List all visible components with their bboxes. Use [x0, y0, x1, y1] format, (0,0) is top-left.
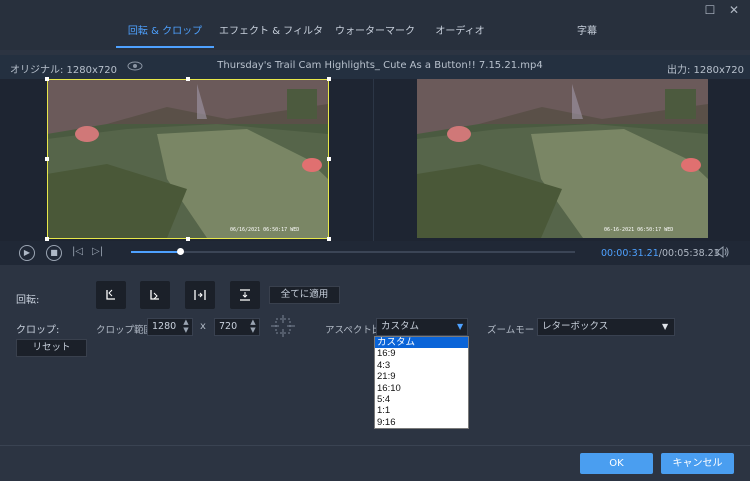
flip-horizontal-button[interactable]: [185, 281, 215, 309]
crop-rectangle[interactable]: [47, 79, 329, 239]
output-video-frame: 06-16-2021 06:50:17 WED: [417, 79, 708, 238]
aspect-option[interactable]: 4:3: [375, 360, 468, 371]
zoom-mode-select[interactable]: レターボックス ▼: [537, 318, 675, 336]
aspect-option[interactable]: カスタム: [375, 337, 468, 349]
tab-subtitle[interactable]: 字幕: [560, 18, 614, 48]
crop-handle-right[interactable]: [327, 157, 331, 161]
next-frame-icon[interactable]: ▷|: [92, 246, 103, 257]
original-resolution: オリジナル: 1280x720: [10, 65, 118, 76]
tab-effects-filters[interactable]: エフェクト & フィルター: [218, 18, 324, 65]
crop-width-value: 1280: [152, 321, 177, 332]
aspect-option[interactable]: 16:10: [375, 383, 468, 394]
crop-handle-top[interactable]: [186, 77, 190, 81]
close-icon[interactable]: ✕: [727, 3, 741, 17]
info-bar: オリジナル: 1280x720 Thursday's Trail Cam Hig…: [0, 55, 750, 79]
progress-track[interactable]: [131, 251, 575, 253]
total-time: /00:05:38.23: [658, 248, 720, 259]
current-time: 00:00:31.21: [601, 248, 659, 259]
tab-watermark[interactable]: ウォーターマーク: [330, 18, 420, 48]
rotate-left-button[interactable]: [96, 281, 126, 309]
rotation-label: 回転:: [16, 295, 40, 306]
file-name: Thursday's Trail Cam Highlights_ Cute As…: [217, 60, 543, 71]
center-crop-icon[interactable]: [271, 315, 295, 340]
stop-icon[interactable]: ■: [46, 245, 62, 261]
previous-frame-icon[interactable]: |◁: [72, 246, 83, 257]
chevron-down-icon: ▼: [457, 322, 464, 331]
reset-button[interactable]: リセット: [16, 339, 87, 357]
play-icon[interactable]: ▶: [19, 245, 35, 261]
volume-icon[interactable]: [715, 246, 729, 261]
chevron-down-icon: ▼: [662, 322, 669, 331]
rotate-right-button[interactable]: [140, 281, 170, 309]
crop-height-value: 720: [219, 321, 238, 332]
crop-handle-tr[interactable]: [327, 77, 331, 81]
crop-height-stepper[interactable]: ▲ ▼: [247, 318, 259, 336]
tab-rotate-crop[interactable]: 回転 & クロップ: [116, 18, 214, 48]
maximize-icon[interactable]: ☐: [703, 3, 717, 17]
progress-thumb[interactable]: [176, 248, 184, 255]
zoom-mode-value: レターボックス: [542, 321, 609, 332]
crop-handle-tl[interactable]: [45, 77, 49, 81]
times-sign: x: [200, 321, 206, 332]
ok-button[interactable]: OK: [580, 453, 653, 474]
aspect-option[interactable]: 21:9: [375, 371, 468, 382]
aspect-ratio-value: カスタム: [381, 321, 420, 332]
apply-all-button[interactable]: 全てに適用: [269, 286, 340, 304]
crop-handle-left[interactable]: [45, 157, 49, 161]
progress-fill: [131, 251, 180, 253]
crop-width-stepper[interactable]: ▲ ▼: [180, 318, 192, 336]
aspect-option[interactable]: 16:9: [375, 348, 468, 359]
aspect-option[interactable]: 5:4: [375, 394, 468, 405]
aspect-ratio-select[interactable]: カスタム ▼: [376, 318, 468, 336]
tab-audio[interactable]: オーディオ: [430, 18, 490, 48]
aspect-option[interactable]: 9:16: [375, 417, 468, 428]
crop-label: クロップ:: [16, 325, 60, 336]
eye-icon[interactable]: [127, 60, 143, 75]
output-resolution: 出力: 1280x720: [667, 65, 745, 76]
preview-divider: [373, 79, 374, 242]
aspect-ratio-dropdown[interactable]: カスタム 16:9 4:3 21:9 16:10 5:4 1:1 9:16: [374, 336, 469, 429]
aspect-option[interactable]: 1:1: [375, 405, 468, 416]
time-readout: 00:00:31.21/00:05:38.23: [601, 248, 720, 259]
cancel-button[interactable]: キャンセル: [661, 453, 734, 474]
timestamp-right: 06-16-2021 06:50:17 WED: [604, 227, 674, 233]
flip-vertical-button[interactable]: [230, 281, 260, 309]
